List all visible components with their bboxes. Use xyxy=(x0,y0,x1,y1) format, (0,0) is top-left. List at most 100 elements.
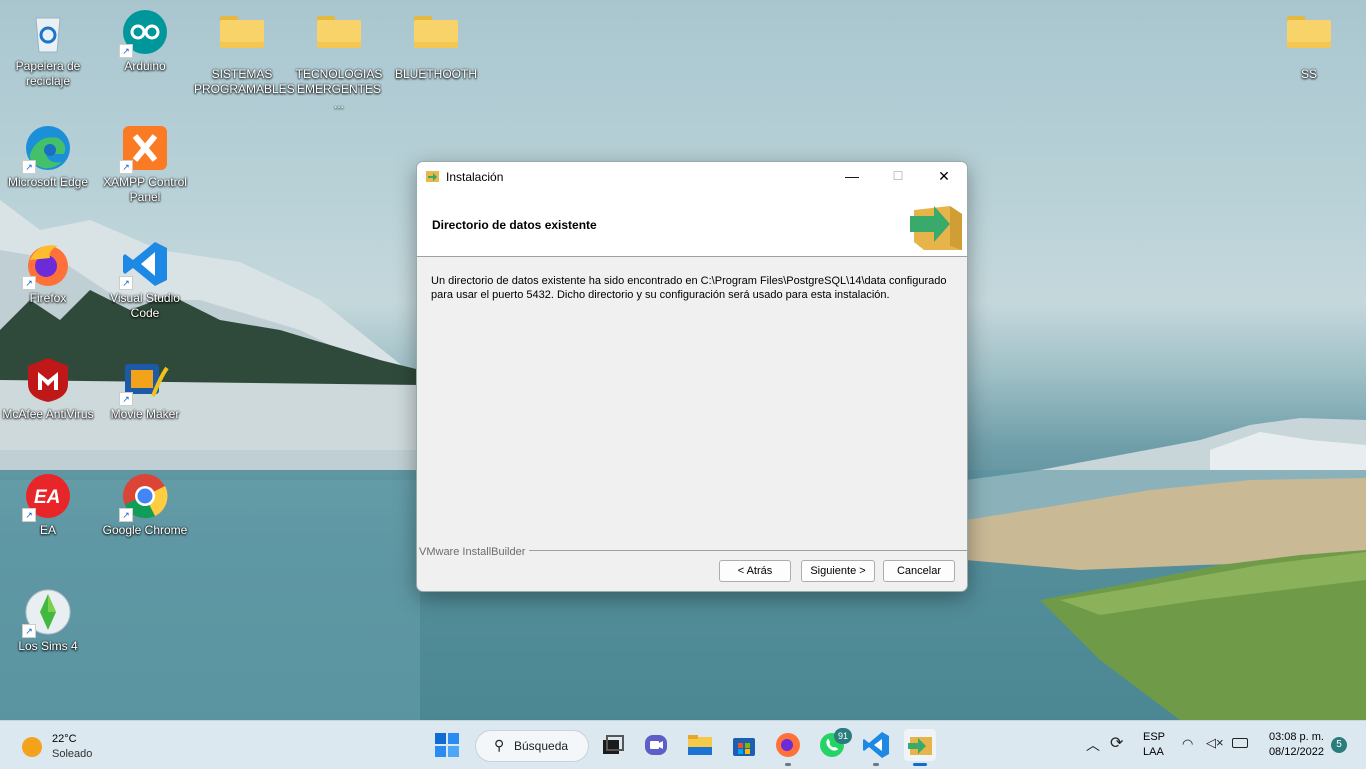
taskbar-installer[interactable] xyxy=(904,729,936,766)
desktop-icon-label: Firefox xyxy=(29,291,67,305)
clock-time: 03:08 p. m. xyxy=(1268,731,1324,743)
store-icon xyxy=(733,738,755,756)
search-label: Búsqueda xyxy=(514,739,569,753)
installer-app-icon xyxy=(425,168,440,183)
desktop-icon-label: Google Chrome xyxy=(102,523,188,537)
folder-icon xyxy=(1285,16,1333,64)
taskbar: 22°C Soleado ⚲ Búsqueda 91 ︿ ⟳ ESP LAA ◠… xyxy=(0,720,1366,769)
next-button[interactable]: Siguiente > xyxy=(801,560,875,582)
desktop-icon-label: Movie Maker xyxy=(110,407,180,421)
dialog-title: Instalación xyxy=(446,170,504,184)
weather-condition: Soleado xyxy=(52,748,93,760)
vscode-icon xyxy=(863,732,889,758)
desktop-icon-xampp[interactable]: ↗ XAMPP Control Panel xyxy=(97,124,193,205)
installbuilder-brand: VMware InstallBuilder xyxy=(419,546,530,558)
desktop-icon-folder-bluethooth[interactable]: BLUETHOOTH xyxy=(388,8,484,82)
page-title: Directorio de datos existente xyxy=(432,218,597,232)
shortcut-arrow-icon: ↗ xyxy=(22,160,36,174)
desktop-icon-label: EMERGENTES ... xyxy=(296,82,381,111)
desktop-icon-label: Microsoft Edge xyxy=(7,175,89,189)
language-indicator[interactable]: ESP LAA xyxy=(1143,730,1165,760)
sync-icon[interactable]: ⟳ xyxy=(1110,733,1123,753)
volume-muted-icon[interactable]: ◁× xyxy=(1206,735,1224,751)
task-view-button[interactable] xyxy=(597,729,629,761)
desktop-icon-label: Papelera de xyxy=(15,59,81,73)
desktop-icon-label: SISTEMAS xyxy=(211,67,273,81)
desktop-icon-mcafee[interactable]: McAfee AntiVirus xyxy=(0,356,96,422)
desktop-icon-chrome[interactable]: ↗ Google Chrome xyxy=(97,472,193,538)
shortcut-arrow-icon: ↗ xyxy=(119,160,133,174)
firefox-icon xyxy=(776,733,800,757)
battery-icon[interactable] xyxy=(1232,738,1248,748)
shortcut-arrow-icon: ↗ xyxy=(119,508,133,522)
dialog-header: Directorio de datos existente xyxy=(417,190,967,257)
wifi-icon[interactable]: ◠ xyxy=(1182,736,1193,752)
taskbar-whatsapp[interactable]: 91 xyxy=(816,728,852,761)
taskbar-firefox[interactable] xyxy=(772,729,804,766)
task-view-icon xyxy=(603,735,624,754)
running-indicator xyxy=(785,763,791,766)
sims-icon: ↗ xyxy=(22,588,72,638)
search-box[interactable]: ⚲ Búsqueda xyxy=(475,730,589,762)
mcafee-icon xyxy=(24,356,72,404)
desktop-icon-firefox[interactable]: ↗ Firefox xyxy=(0,240,96,306)
chevron-up-icon: ︿ xyxy=(1086,737,1100,753)
desktop-icon-label: Visual Studio xyxy=(110,291,180,305)
desktop-icon-arduino[interactable]: ↗ Arduino xyxy=(97,8,193,74)
back-button[interactable]: < Atrás xyxy=(719,560,791,582)
weather-widget[interactable]: 22°C Soleado xyxy=(20,730,110,762)
ea-icon: EA ↗ xyxy=(22,472,72,522)
desktop-icon-label: EA xyxy=(39,523,56,537)
show-hidden-icons-button[interactable]: ︿ xyxy=(1086,735,1100,755)
search-icon: ⚲ xyxy=(494,737,505,753)
folder-icon xyxy=(315,16,363,64)
desktop-icon-edge[interactable]: ↗ Microsoft Edge xyxy=(0,124,96,190)
close-button[interactable]: ✕ xyxy=(921,162,967,190)
taskbar-file-explorer[interactable] xyxy=(684,729,716,761)
minimize-button[interactable]: — xyxy=(829,162,875,190)
desktop-icon-label: PROGRAMABLES xyxy=(194,82,295,96)
installer-dialog: Instalación — ☐ ✕ Directorio de datos ex… xyxy=(416,161,968,592)
shortcut-arrow-icon: ↗ xyxy=(22,624,36,638)
movie-maker-icon: ↗ xyxy=(119,356,169,406)
taskbar-chat[interactable] xyxy=(640,729,672,761)
maximize-button[interactable]: ☐ xyxy=(875,162,921,190)
desktop-icon-label: Code xyxy=(130,306,160,320)
desktop-icon-movie-maker[interactable]: ↗ Movie Maker xyxy=(97,356,193,422)
desktop-icon-folder-ss[interactable]: SS xyxy=(1261,8,1357,82)
desktop-icon-folder-sistemas[interactable]: SISTEMAS PROGRAMABLES xyxy=(194,8,295,97)
arduino-icon: ↗ xyxy=(119,8,169,58)
cancel-button[interactable]: Cancelar xyxy=(883,560,955,582)
desktop-icon-recycle-bin[interactable]: Papelera de reciclaje xyxy=(0,8,96,89)
start-button[interactable] xyxy=(431,729,463,761)
installer-app-icon xyxy=(908,737,932,755)
chrome-icon: ↗ xyxy=(119,472,169,522)
svg-text:EA: EA xyxy=(34,487,60,508)
desktop-icon-ea[interactable]: EA ↗ EA xyxy=(0,472,96,538)
notification-badge: 91 xyxy=(834,728,852,744)
shortcut-arrow-icon: ↗ xyxy=(22,508,36,522)
installbuilder-box-icon xyxy=(906,196,964,252)
recycle-bin-icon xyxy=(24,8,72,56)
sun-icon xyxy=(22,737,42,757)
vscode-icon: ↗ xyxy=(119,240,169,290)
firefox-icon: ↗ xyxy=(22,240,72,290)
desktop-icon-label: BLUETHOOTH xyxy=(394,67,477,81)
clock[interactable]: 03:08 p. m. 08/12/2022 xyxy=(1262,730,1324,760)
desktop-icon-folder-tecnologias[interactable]: TECNOLOGIAS EMERGENTES ... xyxy=(291,8,387,112)
dialog-titlebar[interactable]: Instalación — ☐ ✕ xyxy=(417,162,967,190)
desktop-icon-label: Panel xyxy=(129,190,161,204)
desktop-icon-label: reciclaje xyxy=(25,74,70,88)
weather-temp: 22°C xyxy=(52,733,77,745)
desktop-icon-vscode[interactable]: ↗ Visual Studio Code xyxy=(97,240,193,321)
footer-divider xyxy=(525,550,967,551)
taskbar-store[interactable] xyxy=(728,729,760,761)
teams-chat-icon xyxy=(645,735,667,755)
shortcut-arrow-icon: ↗ xyxy=(119,276,133,290)
windows-icon xyxy=(435,733,459,757)
folder-icon xyxy=(412,16,460,64)
notification-center-badge[interactable]: 5 xyxy=(1331,737,1347,753)
taskbar-vscode[interactable] xyxy=(860,729,892,766)
desktop-icon-sims4[interactable]: ↗ Los Sims 4 xyxy=(0,588,96,654)
running-indicator xyxy=(873,763,879,766)
